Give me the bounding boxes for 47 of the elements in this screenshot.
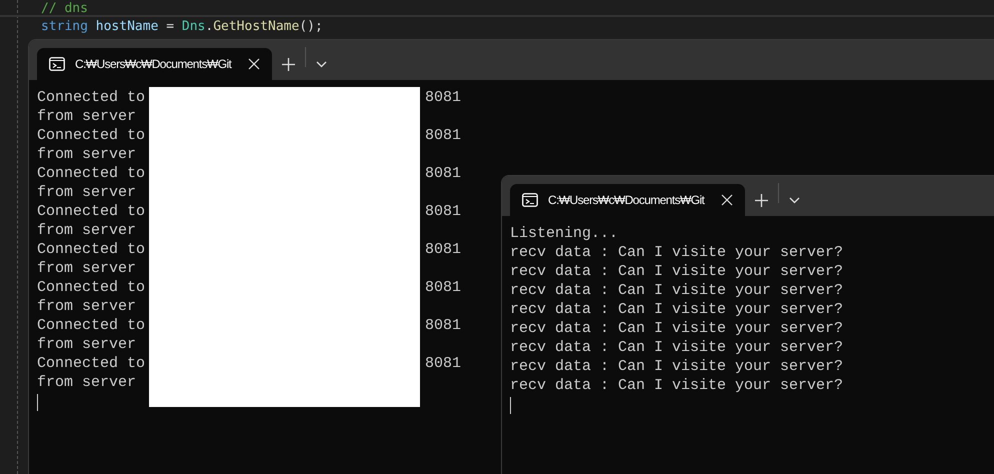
plus-icon [282, 58, 295, 70]
text-cursor [37, 394, 38, 411]
port-text: 8081 [425, 88, 462, 107]
code-line: string hostName = Dns.GetHostName(); [41, 18, 323, 35]
terminal-line: Connected to [37, 165, 146, 182]
terminal-line: Connected to [37, 355, 146, 372]
terminal-line: recv data : Can I visite your server? [510, 320, 844, 337]
terminal-line: recv data : Can I visite your server? [510, 339, 844, 356]
terminal-line: Connected to [37, 317, 146, 334]
terminal-line: Listening... [510, 225, 618, 242]
port-text: 8081 [425, 126, 462, 145]
terminal-line: recv data : Can I visite your server? [510, 301, 844, 318]
terminal-line: Connected to [37, 241, 146, 258]
terminal-line: recv data : Can I visite your server? [510, 358, 844, 375]
terminal-icon [522, 193, 538, 207]
terminal-line: recv data : Can I visite your server? [510, 263, 844, 280]
port-text: 8081 [425, 240, 462, 259]
terminal-line: Connected to [37, 203, 146, 220]
text-cursor [510, 397, 511, 414]
port-text: 8081 [425, 354, 462, 373]
terminal-line: from server [37, 108, 136, 125]
terminal-line: Connected to [37, 127, 146, 144]
terminal-line: from server [37, 260, 136, 277]
terminal-tab[interactable]: C:₩Users₩c₩Documents₩Git [510, 184, 745, 216]
terminal-line: from server [37, 184, 136, 201]
chevron-down-icon [789, 196, 800, 204]
terminal-line: Connected to [37, 279, 146, 296]
terminal-line: from server [37, 146, 136, 163]
chevron-down-icon [316, 60, 327, 68]
port-text: 8081 [425, 202, 462, 221]
port-text: 8081 [425, 316, 462, 335]
code-line: // dns [41, 0, 88, 17]
terminal-line: recv data : Can I visite your server? [510, 282, 844, 299]
close-icon[interactable] [248, 58, 260, 70]
port-text: 8081 [425, 278, 462, 297]
terminal-line: Connected to [37, 89, 146, 106]
terminal-icon [49, 57, 65, 71]
terminal-line: recv data : Can I visite your server? [510, 377, 844, 394]
terminal-line: recv data : Can I visite your server? [510, 244, 844, 261]
terminal-line: from server [37, 336, 136, 353]
terminal-line: from server [37, 374, 136, 391]
port-text: 8081 [425, 164, 462, 183]
terminal-tab[interactable]: C:₩Users₩c₩Documents₩Git [37, 48, 272, 80]
plus-icon [755, 194, 768, 206]
close-icon[interactable] [721, 194, 733, 206]
terminal-line: from server [37, 298, 136, 315]
terminal-line: from server [37, 222, 136, 239]
